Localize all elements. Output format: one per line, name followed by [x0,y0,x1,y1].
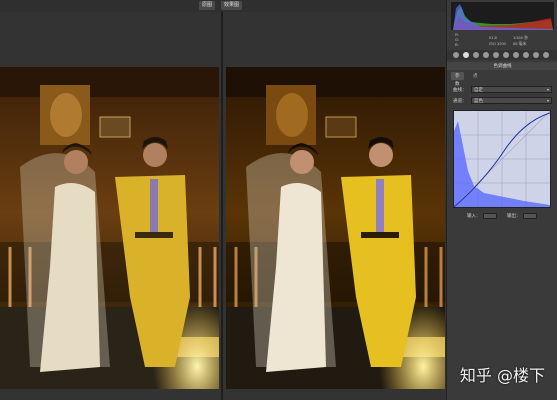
split-tone-icon[interactable] [493,52,499,58]
channel-label: 通道： [453,98,467,103]
input-box[interactable] [482,212,497,219]
input-field: 输入： [467,212,497,219]
basic-icon[interactable] [453,52,459,58]
hsl-icon[interactable] [483,52,489,58]
channel-select[interactable]: 蓝色 [471,97,552,104]
snapshots-icon[interactable] [543,52,549,58]
output-label: 输出： [507,213,521,218]
curve-preset-select[interactable]: 自定 [471,86,552,93]
detail-icon[interactable] [473,52,479,58]
tone-curve-graph[interactable] [453,110,551,208]
iso-value: ISO 3200 [489,41,506,46]
input-label: 输入： [467,213,481,218]
top-toolbar: 原图 效果图 [0,0,446,12]
before-photo [0,67,219,389]
lens-icon[interactable] [503,52,509,58]
output-field: 输出： [507,212,537,219]
exif-info: R: G: B: f/1.8 1/160 秒 ISO 3200 85 毫米 [451,32,554,48]
output-box[interactable] [522,212,537,219]
after-photo [226,67,445,389]
curve-preset-label: 曲线： [453,87,467,92]
curve-preset-row: 曲线： 自定 [451,86,554,94]
split-divider[interactable] [221,12,223,400]
after-view-button[interactable]: 效果图 [221,1,243,10]
panel-tools [447,50,557,60]
b-readout: B: [455,42,459,47]
focal-value: 85 毫米 [513,41,527,46]
tab-parametric[interactable]: 参数 [451,72,464,86]
calibration-icon[interactable] [523,52,529,58]
adjustment-panel: R: G: B: f/1.8 1/160 秒 ISO 3200 85 毫米 色调… [446,0,557,400]
aperture-value: f/1.8 [489,35,497,40]
tab-point[interactable]: 点 [469,72,482,80]
histogram [451,2,554,30]
tone-curve-icon[interactable] [463,52,469,58]
panel-title: 色调曲线 [447,62,557,70]
presets-icon[interactable] [533,52,539,58]
before-view-button[interactable]: 原图 [199,1,216,10]
channel-row: 通道： 蓝色 [451,97,554,105]
effects-icon[interactable] [513,52,519,58]
watermark: 知乎 @楼下 [459,366,545,385]
